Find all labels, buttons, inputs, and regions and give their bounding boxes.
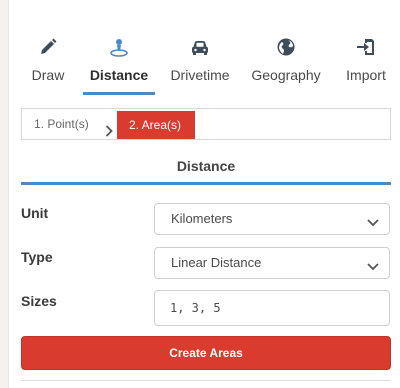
tab-import[interactable]: Import <box>341 30 391 94</box>
step-areas-label: 2. Area(s) <box>129 118 182 132</box>
map-pin-icon <box>83 36 155 58</box>
tab-drivetime[interactable]: Drivetime <box>163 30 237 94</box>
type-select-value: Linear Distance <box>171 255 262 270</box>
unit-select-value: Kilometers <box>171 211 233 226</box>
sizes-input[interactable] <box>154 290 390 326</box>
import-icon <box>341 36 391 58</box>
tab-label: Draw <box>31 67 65 83</box>
chevron-down-icon <box>367 258 379 276</box>
type-select[interactable]: Linear Distance <box>154 247 390 279</box>
tab-distance[interactable]: Distance <box>83 30 155 95</box>
type-label: Type <box>21 249 53 265</box>
tab-label: Import <box>346 67 386 83</box>
step-points-label: 1. Point(s) <box>34 117 89 131</box>
chevron-down-icon <box>367 214 379 232</box>
pencil-icon <box>27 36 69 58</box>
tab-label: Distance <box>89 67 149 83</box>
tab-draw[interactable]: Draw <box>27 30 69 94</box>
tab-geography[interactable]: Geography <box>245 30 327 94</box>
mode-tabs: Draw Distance Drivetime Geography Import <box>21 30 400 96</box>
wizard-steps: 1. Point(s) 2. Area(s) <box>21 108 391 140</box>
sizes-label: Sizes <box>21 293 57 309</box>
globe-icon <box>245 36 327 58</box>
step-points[interactable]: 1. Point(s) <box>22 109 117 139</box>
bottom-divider <box>21 380 391 381</box>
section-divider <box>21 182 391 185</box>
car-icon <box>163 36 237 58</box>
tab-label: Drivetime <box>170 67 230 83</box>
unit-select[interactable]: Kilometers <box>154 203 390 235</box>
chevron-right-icon <box>105 118 113 148</box>
section-title: Distance <box>176 158 236 174</box>
area-tool-panel: Draw Distance Drivetime Geography Import… <box>8 0 400 388</box>
tab-label: Geography <box>251 67 321 83</box>
step-areas[interactable]: 2. Area(s) <box>117 111 195 139</box>
unit-label: Unit <box>21 205 49 221</box>
create-areas-button[interactable]: Create Areas <box>21 336 391 370</box>
